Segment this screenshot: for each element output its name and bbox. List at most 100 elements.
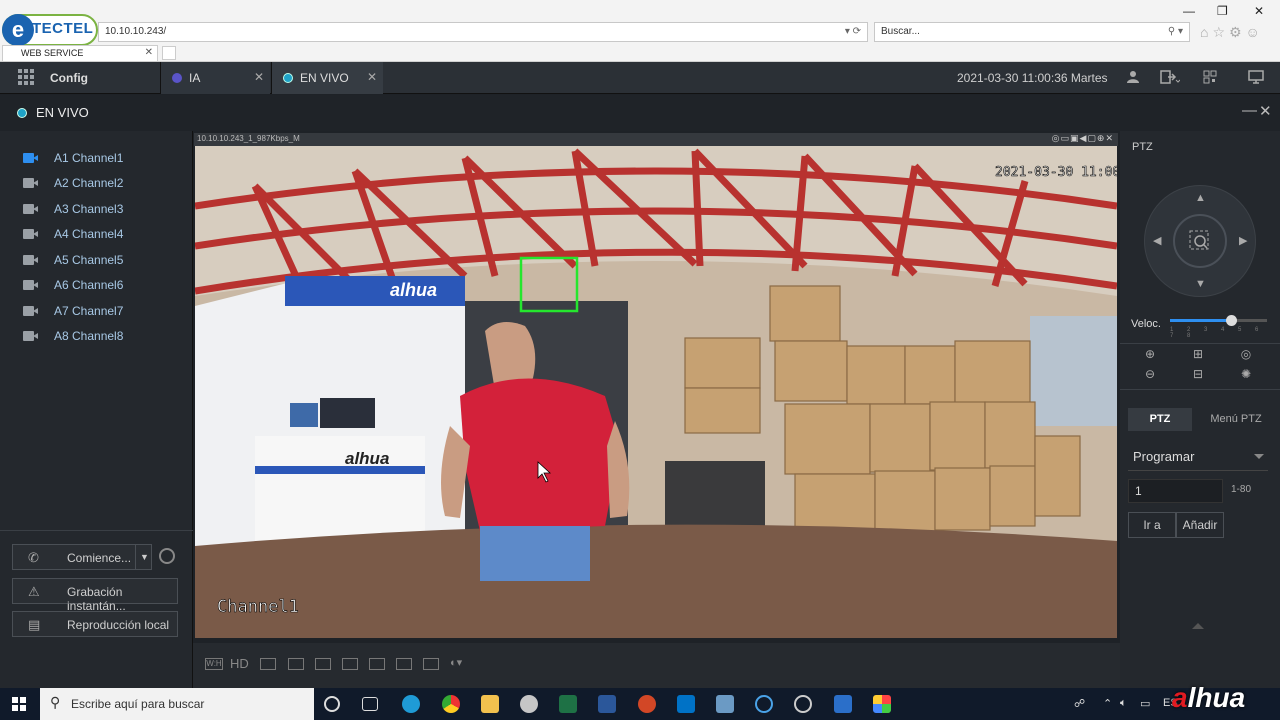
close-live-tab-icon[interactable]: ✕ xyxy=(367,70,377,84)
minimize-panel-icon[interactable]: — xyxy=(1242,102,1257,119)
home-star-gear-icons[interactable]: ⌂☆⚙☺ xyxy=(1200,24,1264,41)
focus-near-icon[interactable]: ⊞ xyxy=(1190,347,1206,361)
osd-timestamp: 2021-03-30 11:00:35 xyxy=(995,165,1117,180)
osd-channel-name: Channel1 xyxy=(217,597,299,617)
file-explorer-icon[interactable] xyxy=(481,695,499,713)
taskbar-search-placeholder: Escribe aquí para buscar xyxy=(71,697,205,711)
channel-item-5[interactable]: A5 Channel5 xyxy=(0,248,193,273)
iris-open-icon[interactable]: ◎ xyxy=(1238,347,1254,361)
program-label: Programar xyxy=(1133,449,1195,464)
dropdown-arrow-icon[interactable]: ▼ xyxy=(140,552,149,562)
close-tab-icon[interactable]: ✕ xyxy=(145,47,153,58)
qr-icon[interactable] xyxy=(1203,70,1221,86)
zoom-out-icon[interactable]: ⊖ xyxy=(1142,367,1158,381)
layout-1-icon[interactable] xyxy=(315,658,331,670)
people-icon[interactable]: ☍ xyxy=(1074,697,1085,710)
record-circle-icon[interactable] xyxy=(159,548,175,564)
right-arrow-icon[interactable]: ▶ xyxy=(1239,234,1247,247)
address-bar[interactable]: 10.10.10.243/ ▾ ⟳ xyxy=(98,22,868,42)
windows-start-icon[interactable] xyxy=(12,697,26,711)
app3-icon[interactable] xyxy=(834,695,852,713)
zoom-in-icon[interactable]: ⊕ xyxy=(1142,347,1158,361)
close-panel-icon[interactable]: ✕ xyxy=(1259,102,1272,120)
volume-icon[interactable]: 🔈︎ xyxy=(1120,697,1127,710)
powerpoint-icon[interactable] xyxy=(638,695,656,713)
up-arrow-icon[interactable]: ▲ xyxy=(1195,192,1206,204)
cortana-icon[interactable] xyxy=(324,696,340,712)
focus-far-icon[interactable]: ⊟ xyxy=(1190,367,1206,381)
tab-ptz-menu[interactable]: Menú PTZ xyxy=(1198,408,1274,431)
preset-number-input[interactable]: 1 xyxy=(1128,479,1223,503)
iris-close-icon[interactable]: ✺ xyxy=(1238,367,1254,381)
channel-item-7[interactable]: A7 Channel7 xyxy=(0,299,193,324)
channel-item-3[interactable]: A3 Channel3 xyxy=(0,197,193,222)
refresh-icon[interactable]: ▾ ⟳ xyxy=(845,26,861,37)
layout-9-icon[interactable] xyxy=(423,658,439,670)
collapse-arrow-icon[interactable] xyxy=(1192,623,1204,629)
minimize-button[interactable]: — xyxy=(1183,4,1195,18)
ptz-center-zoom-icon[interactable] xyxy=(1173,214,1227,268)
obs-icon[interactable] xyxy=(794,695,812,713)
tab-ptz[interactable]: PTZ xyxy=(1128,408,1192,431)
logout-icon[interactable] xyxy=(1160,70,1181,86)
tab-en-vivo[interactable]: EN VIVO ✕ xyxy=(271,62,383,94)
chrome-icon[interactable] xyxy=(442,695,460,713)
user-icon[interactable] xyxy=(1126,70,1144,86)
word-icon[interactable] xyxy=(598,695,616,713)
goto-button[interactable]: Ir a xyxy=(1128,512,1176,538)
speed-slider-thumb[interactable] xyxy=(1225,315,1237,326)
task-view-icon[interactable] xyxy=(362,697,378,711)
more-layouts-icon[interactable]: ◐▾ xyxy=(450,656,462,669)
tray-chevron-icon[interactable]: ⌃ xyxy=(1103,697,1112,710)
config-menu-button[interactable]: Config xyxy=(0,62,160,94)
layout-4-icon[interactable] xyxy=(369,658,385,670)
channel-label: A8 Channel8 xyxy=(54,329,124,343)
stream-switch-icon[interactable] xyxy=(260,658,276,670)
local-playback-button[interactable]: ▤ Reproducción local xyxy=(12,611,178,637)
camera-icon xyxy=(23,331,39,341)
browser-tab[interactable]: WEB SERVICE ✕ xyxy=(2,45,158,61)
channel-label: A4 Channel4 xyxy=(54,227,124,241)
channel-label: A5 Channel5 xyxy=(54,253,124,267)
channel-item-2[interactable]: A2 Channel2 xyxy=(0,171,193,196)
browser-search-input[interactable]: Buscar... ⚲ ▾ xyxy=(874,22,1190,42)
display-icon[interactable] xyxy=(1248,70,1266,86)
app2-icon[interactable] xyxy=(716,695,734,713)
hd-button[interactable]: HD xyxy=(230,656,249,671)
down-arrow-icon[interactable]: ▼ xyxy=(1195,278,1206,290)
layout-8-icon[interactable] xyxy=(396,658,412,670)
network-icon[interactable]: ▭ xyxy=(1140,697,1150,710)
outlook-icon[interactable] xyxy=(677,695,695,713)
instant-record-button[interactable]: ⚠ Grabación instantán... xyxy=(12,578,178,613)
ia-dot-icon xyxy=(172,73,182,83)
add-button[interactable]: Añadir xyxy=(1176,512,1224,538)
left-arrow-icon[interactable]: ◀ xyxy=(1153,234,1161,247)
channel-item-8[interactable]: A8 Channel8 xyxy=(0,324,193,349)
restore-button[interactable]: ❐ xyxy=(1217,4,1228,18)
video-controls-icons[interactable]: ◎▭▣◀▢⊕✕ xyxy=(1052,133,1114,144)
excel-icon[interactable] xyxy=(559,695,577,713)
tab-ia[interactable]: IA ✕ xyxy=(160,62,270,94)
ptz-joystick[interactable]: ▲ ▼ ◀ ▶ xyxy=(1144,185,1256,297)
internet-explorer-icon[interactable] xyxy=(755,695,773,713)
new-tab-button[interactable] xyxy=(162,46,176,60)
live-video[interactable]: alhua alhua 2021-03-30 11:00:35 Channel1 xyxy=(195,146,1117,638)
fullscreen-icon[interactable] xyxy=(288,658,304,670)
channel-item-1[interactable]: A1 Channel1 xyxy=(0,146,193,171)
camera-icon xyxy=(23,280,39,290)
magnifier-icon[interactable]: ⚲ ▾ xyxy=(1168,26,1183,37)
speed-slider[interactable] xyxy=(1170,315,1267,326)
channel-item-4[interactable]: A4 Channel4 xyxy=(0,222,193,247)
layout-single-icon[interactable] xyxy=(342,658,358,670)
app4-icon[interactable] xyxy=(873,695,891,713)
close-ia-tab-icon[interactable]: ✕ xyxy=(254,70,264,84)
close-window-button[interactable]: ✕ xyxy=(1254,4,1264,18)
channel-item-6[interactable]: A6 Channel6 xyxy=(0,273,193,298)
program-select[interactable]: Programar xyxy=(1128,445,1268,471)
taskbar-search-input[interactable]: ⚲ Escribe aquí para buscar xyxy=(40,688,314,720)
video-header: 10.10.10.243_1_987Kbps_M ◎▭▣◀▢⊕✕ xyxy=(194,133,1118,146)
start-record-button[interactable]: ✆ Comience... ▼ xyxy=(12,544,152,570)
edge-icon[interactable] xyxy=(402,695,420,713)
app-icon[interactable] xyxy=(520,695,538,713)
aspect-ratio-button[interactable]: W:H xyxy=(205,658,223,670)
